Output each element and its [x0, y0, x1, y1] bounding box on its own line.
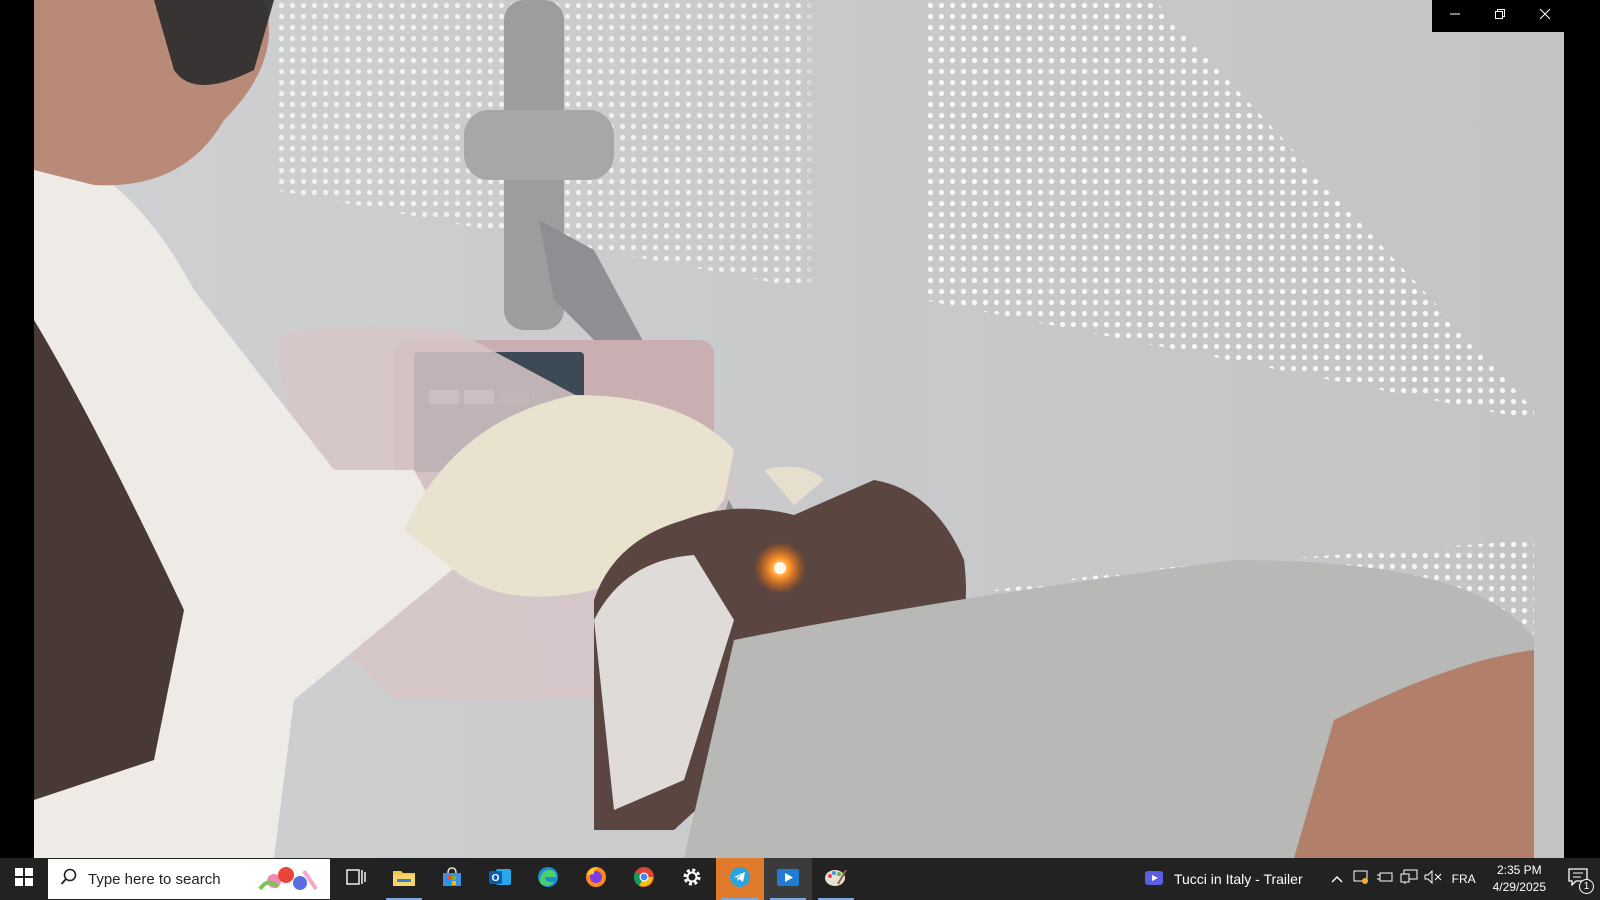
chrome-button[interactable]: [620, 858, 668, 900]
microsoft-store-button[interactable]: [428, 858, 476, 900]
meet-now-button[interactable]: [1349, 858, 1373, 900]
telegram-button[interactable]: [716, 858, 764, 900]
settings-button[interactable]: [668, 858, 716, 900]
media-app-icon: [1144, 870, 1164, 889]
chrome-icon: [632, 865, 656, 894]
close-icon: [1539, 7, 1551, 25]
edge-icon: [536, 865, 560, 894]
outlook-button[interactable]: O: [476, 858, 524, 900]
restore-icon: [1494, 7, 1506, 25]
notification-count-badge: 1: [1579, 879, 1594, 894]
minimize-icon: [1449, 7, 1461, 25]
file-explorer-button[interactable]: [380, 858, 428, 900]
network-button[interactable]: [1397, 858, 1421, 900]
volume-button[interactable]: [1421, 858, 1445, 900]
volume-muted-icon: [1424, 869, 1442, 889]
input-language-button[interactable]: FRA: [1445, 858, 1483, 900]
firefox-icon: [584, 865, 608, 894]
task-view-icon: [346, 868, 366, 891]
media-player-button[interactable]: [764, 858, 812, 900]
chevron-up-icon: [1331, 870, 1343, 888]
now-playing-widget[interactable]: Tucci in Italy - Trailer: [1144, 870, 1303, 889]
task-view-button[interactable]: [332, 858, 380, 900]
video-player-window[interactable]: [0, 0, 1600, 858]
search-highlight-illustration-icon: [252, 863, 322, 900]
paint-button[interactable]: [812, 858, 860, 900]
telegram-icon: [728, 865, 752, 894]
search-icon: [60, 868, 78, 891]
video-frame[interactable]: [34, 0, 1564, 858]
edge-button[interactable]: [524, 858, 572, 900]
network-icon: [1400, 869, 1418, 890]
windows-logo-icon: [15, 867, 33, 891]
outlook-icon: O: [488, 866, 512, 893]
notifications-button[interactable]: 1: [1556, 858, 1600, 900]
show-hidden-icons-button[interactable]: [1325, 858, 1349, 900]
paint-icon: [824, 866, 848, 893]
firefox-button[interactable]: [572, 858, 620, 900]
file-explorer-icon: [392, 867, 416, 892]
media-player-icon: [776, 866, 800, 893]
battery-plug-icon: [1376, 870, 1394, 889]
window-controls: [1432, 0, 1568, 32]
video-still-image: [34, 0, 1564, 858]
microsoft-store-icon: [441, 866, 463, 893]
battery-button[interactable]: [1373, 858, 1397, 900]
clock-time: 2:35 PM: [1496, 863, 1542, 877]
settings-icon: [681, 866, 703, 893]
close-button[interactable]: [1522, 0, 1567, 32]
restore-button[interactable]: [1477, 0, 1522, 32]
svg-text:O: O: [492, 873, 500, 884]
system-tray: Tucci in Italy - Trailer FRA 2:35 PM 4/2…: [1144, 858, 1600, 900]
search-placeholder: Type here to search: [88, 870, 221, 888]
screen-badge-icon: [1353, 869, 1369, 890]
taskbar: Type here to search O Tucci in Italy - T…: [0, 858, 1600, 900]
clock-button[interactable]: 2:35 PM 4/29/2025: [1483, 862, 1556, 896]
search-box[interactable]: Type here to search: [48, 859, 330, 899]
minimize-button[interactable]: [1432, 0, 1477, 32]
now-playing-title: Tucci in Italy - Trailer: [1173, 871, 1303, 887]
clock-date: 4/29/2025: [1492, 880, 1546, 894]
start-button[interactable]: [0, 858, 48, 900]
